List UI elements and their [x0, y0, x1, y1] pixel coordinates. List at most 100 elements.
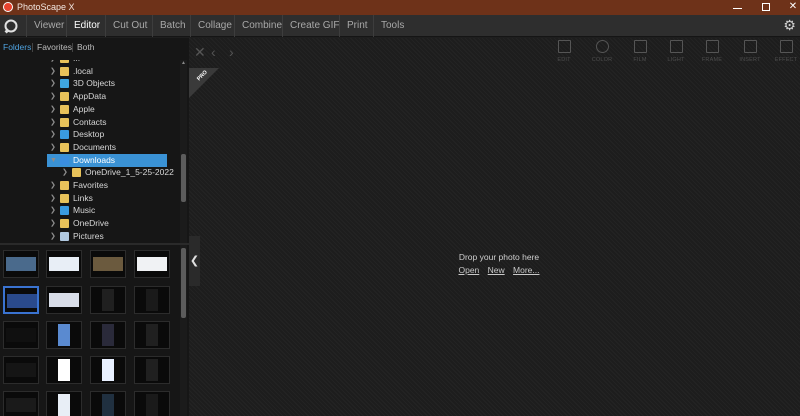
thumbnail[interactable]	[134, 391, 170, 416]
thumbnail[interactable]	[134, 286, 170, 314]
thumbnail-image	[6, 328, 36, 342]
menu-item-tools[interactable]: Tools	[373, 15, 411, 37]
thumbnail[interactable]	[3, 321, 39, 349]
next-icon[interactable]: ›	[229, 44, 234, 60]
tool-frame[interactable]: FRAME	[695, 40, 729, 68]
thumbnail-grid[interactable]	[0, 246, 180, 416]
close-icon: ✕	[788, 1, 798, 12]
scroll-up-icon[interactable]: ▲	[180, 60, 187, 68]
tree-item[interactable]: ❯ AppData	[0, 90, 180, 103]
photoscape-logo-button[interactable]	[3, 18, 19, 34]
menu-item-print[interactable]: Print	[339, 15, 375, 37]
chevron-right-icon[interactable]: ❯	[50, 230, 56, 243]
thumbnail[interactable]	[3, 250, 39, 278]
tree-item[interactable]: ❯ .local	[0, 65, 180, 78]
thumbnail[interactable]	[90, 286, 126, 314]
tree-item[interactable]: ❯ Desktop	[0, 128, 180, 141]
thumbnail[interactable]	[46, 321, 82, 349]
settings-button[interactable]: ⚙	[782, 18, 797, 33]
tree-item[interactable]: ❯ Pictures	[0, 230, 180, 243]
scrollbar-thumb[interactable]	[181, 248, 186, 318]
thumbnail[interactable]	[46, 250, 82, 278]
scrollbar-thumb[interactable]	[181, 154, 186, 202]
chevron-left-icon: ❮	[189, 255, 200, 267]
collapse-panel-button[interactable]: ❮	[189, 236, 200, 286]
tree-item[interactable]: ❯ Favorites	[0, 179, 180, 192]
tree-item[interactable]: ❯ 3D Objects	[0, 77, 180, 90]
tab-favorites[interactable]: Favorites	[37, 42, 72, 52]
thumbnail[interactable]	[90, 250, 126, 278]
thumbnail[interactable]	[3, 286, 39, 314]
thumbnail-image	[6, 398, 36, 412]
chevron-down-icon[interactable]: ▼	[50, 154, 57, 167]
minimize-button[interactable]	[722, 0, 752, 15]
tree-item[interactable]: ❯ Documents	[0, 141, 180, 154]
close-photo-icon[interactable]: ✕	[194, 44, 206, 61]
new-link[interactable]: New	[488, 265, 505, 275]
tab-both[interactable]: Both	[77, 42, 95, 52]
chevron-right-icon[interactable]: ❯	[50, 141, 56, 154]
chevron-right-icon[interactable]: ❯	[62, 166, 68, 179]
previous-icon[interactable]: ‹	[211, 44, 216, 60]
menu-item-batch[interactable]: Batch	[152, 15, 193, 37]
thumbnail[interactable]	[134, 321, 170, 349]
tool-edit[interactable]: EDIT	[547, 40, 581, 68]
tree-item[interactable]: ❯ Music	[0, 204, 180, 217]
tree-item-label: OneDrive_1_5-25-2022	[85, 167, 174, 178]
thumbnail[interactable]	[3, 391, 39, 416]
thumbnail[interactable]	[134, 250, 170, 278]
tree-item[interactable]: ❯ OneDrive	[0, 217, 180, 230]
thumbnail[interactable]	[90, 321, 126, 349]
tree-item[interactable]: ❯ Links	[0, 192, 180, 205]
tree-item[interactable]: ❯ Apple	[0, 103, 180, 116]
menu-item-collage[interactable]: Collage	[190, 15, 239, 37]
thumbnail[interactable]	[46, 286, 82, 314]
chevron-right-icon[interactable]: ❯	[50, 77, 56, 90]
tool-label: FILM	[633, 57, 647, 63]
tool-film[interactable]: FILM	[623, 40, 657, 68]
folder-icon	[60, 66, 69, 76]
tool-color[interactable]: COLOR	[585, 40, 619, 68]
thumbnail-image	[102, 394, 114, 416]
panel-divider[interactable]	[0, 243, 189, 245]
chevron-right-icon[interactable]: ❯	[50, 204, 56, 217]
pro-badge[interactable]: PRO	[189, 68, 219, 98]
thumbnail[interactable]	[46, 356, 82, 384]
chevron-right-icon[interactable]: ❯	[50, 217, 56, 230]
close-button[interactable]: ✕	[778, 0, 800, 15]
chevron-right-icon[interactable]: ❯	[50, 128, 56, 141]
maximize-button[interactable]	[751, 0, 781, 15]
chevron-right-icon[interactable]: ❯	[50, 116, 56, 129]
tree-item[interactable]: ▼ Downloads	[0, 153, 180, 167]
tab-folders[interactable]: Folders	[3, 42, 31, 52]
chevron-right-icon[interactable]: ❯	[50, 90, 56, 103]
menu-item-create-gif[interactable]: Create GIF	[282, 15, 346, 37]
more-link[interactable]: More...	[513, 265, 539, 275]
tool-effect[interactable]: EFFECT	[769, 40, 800, 68]
thumbnail[interactable]	[134, 356, 170, 384]
thumbnail[interactable]	[3, 356, 39, 384]
music-folder-icon	[60, 206, 69, 216]
chevron-right-icon[interactable]: ❯	[50, 192, 56, 205]
thumbnail-scrollbar[interactable]	[180, 246, 187, 416]
thumbnail[interactable]	[90, 391, 126, 416]
chevron-right-icon[interactable]: ❯	[50, 103, 56, 116]
tree-item[interactable]: ❯ Contacts	[0, 116, 180, 129]
chevron-right-icon[interactable]: ❯	[50, 65, 56, 78]
drop-zone[interactable]: Drop your photo here Open New More...	[419, 252, 579, 275]
tool-light[interactable]: LIGHT	[659, 40, 693, 68]
thumbnail-image	[146, 324, 158, 346]
editor-canvas[interactable]: ✕ ‹ › EDIT COLOR FILM LIGHT FRAME INSERT EFFEC…	[189, 38, 800, 416]
tree-item[interactable]: ❯ OneDrive_1_5-25-2022	[0, 166, 180, 179]
chevron-right-icon[interactable]: ❯	[50, 179, 56, 192]
tree-item-label: Links	[73, 192, 93, 203]
thumbnail[interactable]	[46, 391, 82, 416]
open-link[interactable]: Open	[458, 265, 479, 275]
menu-item-viewer[interactable]: Viewer	[26, 15, 71, 37]
menu-item-editor[interactable]: Editor	[66, 15, 107, 37]
menu-item-combine[interactable]: Combine	[234, 15, 289, 37]
tool-insert[interactable]: INSERT	[733, 40, 767, 68]
menu-item-cut-out[interactable]: Cut Out	[105, 15, 154, 37]
thumbnail[interactable]	[90, 356, 126, 384]
documents-folder-icon	[60, 142, 69, 152]
